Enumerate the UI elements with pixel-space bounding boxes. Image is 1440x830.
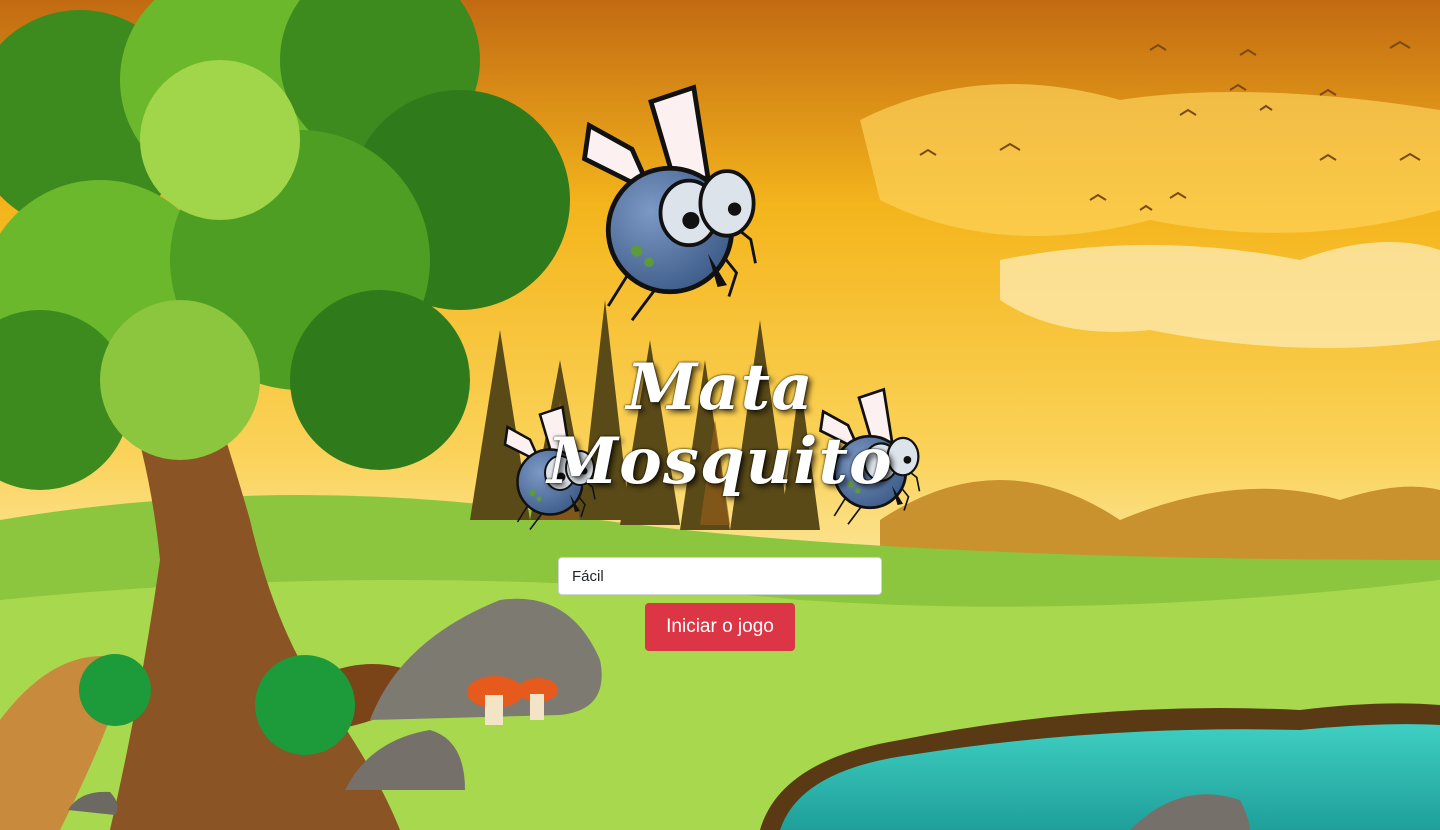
game-title-line1: Mata (626, 349, 814, 425)
game-title-line2: Mosquito (547, 423, 893, 499)
start-game-button[interactable]: Iniciar o jogo (645, 603, 795, 651)
game-title: Mata Mosquito (540, 349, 900, 499)
difficulty-select[interactable]: Fácil (558, 557, 882, 595)
